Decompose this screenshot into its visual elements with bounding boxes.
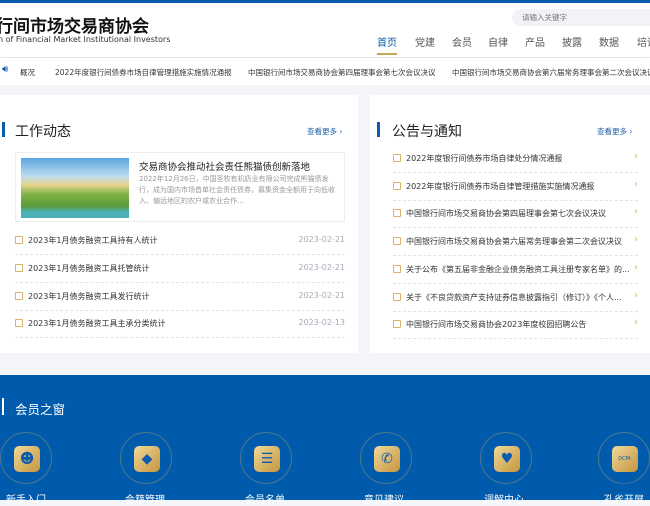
item-date: 2023-02-21 — [298, 263, 346, 272]
ticker-label: 概况 — [20, 68, 35, 77]
item-date: 2023-02-21 — [298, 235, 346, 244]
list-item[interactable]: 2023年1月债务融资工具持有人统计 2023-02-21 — [15, 227, 345, 255]
heart-handshake-icon: ♥ — [494, 446, 520, 472]
item-date: 2023-02-21 — [298, 291, 346, 300]
feature-card[interactable]: 交易商协会推动社会责任熊猫债创新落地 2022年12月26日，中国圣牧有机奶业有… — [15, 152, 345, 222]
book-icon — [15, 264, 23, 272]
news-ticker: 🔊︎ 概况 2022年度银行间债券市场自律管理措施实施情况通报 中国银行间市场交… — [0, 58, 650, 85]
nav-home[interactable]: 首页 — [377, 34, 397, 49]
notice-item[interactable]: 中国银行间市场交易商协会2023年度校园招聘公告 › — [393, 311, 638, 339]
chevron-right-icon: › — [634, 290, 638, 301]
book-icon — [393, 209, 401, 217]
membership-button[interactable]: ◆ — [120, 432, 172, 484]
person-chat-icon: ☻ — [14, 446, 40, 472]
item-title: 关于《不良贷款资产支持证券信息披露指引（修订）》《个人... — [406, 293, 622, 302]
notice-item[interactable]: 2022年度银行间债券市场自律处分情况通报 › — [393, 145, 638, 173]
book-icon — [15, 292, 23, 300]
section-title: 工作动态 — [15, 124, 71, 140]
member-label[interactable]: 调解中心 — [484, 491, 524, 506]
item-date: 2023-02-13 — [298, 318, 346, 327]
member-label[interactable]: 孔雀开屏 — [604, 491, 644, 506]
nav-active-indicator — [377, 53, 397, 55]
newbie-entry-button[interactable]: ☻ — [0, 432, 52, 484]
feature-title[interactable]: 交易商协会推动社会责任熊猫债创新落地 — [139, 159, 310, 173]
notice-item[interactable]: 关于公布《第五届非金融企业债务融资工具注册专家名单》的... › — [393, 256, 638, 284]
notice-item[interactable]: 2022年度银行间债券市场自律管理措施实施情况通报 › — [393, 173, 638, 201]
ticker-item[interactable]: 中国银行间市场交易商协会第六届常务理事会第二次会议决议 — [452, 67, 650, 78]
view-more-link[interactable]: 查看更多 › — [307, 126, 342, 137]
item-title: 2023年1月债务融资工具主承分类统计 — [28, 319, 166, 328]
nav-members[interactable]: 会员 — [452, 34, 472, 49]
book-icon — [393, 154, 401, 162]
book-icon — [393, 293, 401, 301]
nav-selfregulation[interactable]: 自律 — [488, 34, 508, 49]
nav-disclosure[interactable]: 披露 — [562, 34, 582, 49]
member-label[interactable]: 新手入门 — [6, 491, 46, 506]
peacock-button[interactable]: DCM-FANS — [598, 432, 650, 488]
phone-message-icon: ✆ — [374, 446, 400, 472]
feature-image — [21, 158, 129, 218]
item-title: 2023年1月债务融资工具托管统计 — [28, 264, 150, 273]
chevron-right-icon: › — [634, 206, 638, 217]
nav-products[interactable]: 产品 — [525, 34, 545, 49]
item-title: 关于公布《第五届非金融企业债务融资工具注册专家名单》的... — [406, 265, 630, 274]
section-title: 公告与通知 — [392, 124, 462, 140]
chevron-right-icon: › — [634, 262, 638, 273]
notice-item[interactable]: 中国银行间市场交易商协会第六届常务理事会第二次会议决议 › — [393, 228, 638, 256]
nav-party[interactable]: 党建 — [415, 34, 435, 49]
view-more-link[interactable]: 查看更多 › — [597, 126, 632, 137]
member-label[interactable]: 意见建议 — [364, 491, 404, 506]
item-title: 2022年度银行间债券市场自律处分情况通报 — [406, 154, 563, 163]
section-bar — [2, 122, 5, 137]
section-bar — [377, 122, 380, 137]
book-icon — [393, 237, 401, 245]
notice-item[interactable]: 中国银行间市场交易商协会第四届理事会第七次会议决议 › — [393, 200, 638, 228]
item-title: 中国银行间市场交易商协会2023年度校园招聘公告 — [406, 320, 587, 329]
book-icon — [393, 265, 401, 273]
item-title: 中国银行间市场交易商协会第四届理事会第七次会议决议 — [406, 209, 606, 218]
chevron-right-icon: › — [634, 234, 638, 245]
item-title: 2022年度银行间债券市场自律管理措施实施情况通报 — [406, 182, 595, 191]
list-item[interactable]: 2023年1月债务融资工具托管统计 2023-02-21 — [15, 255, 345, 283]
book-icon — [393, 320, 401, 328]
logo-subtitle: n of Financial Market Institutional Inve… — [0, 35, 171, 44]
book-icon — [15, 319, 23, 327]
section-bar — [2, 398, 4, 415]
chevron-right-icon: › — [634, 317, 638, 328]
section-title: 会员之窗 — [15, 402, 66, 417]
item-title: 中国银行间市场交易商协会第六届常务理事会第二次会议决议 — [406, 237, 622, 246]
id-card-icon: ☰ — [254, 446, 280, 472]
member-list-button[interactable]: ☰ — [240, 432, 292, 484]
item-title: 2023年1月债务融资工具持有人统计 — [28, 236, 158, 245]
diamond-icon: ◆ — [134, 446, 160, 472]
member-label[interactable]: 会员名单 — [245, 491, 285, 506]
search-input[interactable] — [512, 9, 650, 26]
list-item[interactable]: 2023年1月债务融资工具发行统计 2023-02-21 — [15, 283, 345, 311]
feature-desc: 2022年12月26日，中国圣牧有机奶业有限公司完成熊猫债发行，成为国内市场首单… — [139, 175, 335, 205]
item-title: 2023年1月债务融资工具发行统计 — [28, 292, 150, 301]
member-label[interactable]: 会籍管理 — [125, 491, 165, 506]
notice-item[interactable]: 关于《不良贷款资产支持证券信息披露指引（修订）》《个人... › — [393, 284, 638, 312]
book-icon — [15, 236, 23, 244]
logo[interactable]: 行间市场交易商协会 — [0, 12, 149, 37]
nav-training[interactable]: 培训 — [637, 34, 650, 49]
mediation-button[interactable]: ♥ — [480, 432, 532, 484]
ticker-item[interactable]: 2022年度银行间债券市场自律管理措施实施情况通报 — [55, 67, 232, 78]
speaker-icon: 🔊︎ — [2, 64, 9, 75]
book-icon — [393, 182, 401, 190]
feedback-button[interactable]: ✆ — [360, 432, 412, 484]
list-item[interactable]: 2023年1月债务融资工具主承分类统计 2023-02-13 — [15, 310, 345, 338]
chevron-right-icon: › — [634, 151, 638, 162]
nav-data[interactable]: 数据 — [599, 34, 619, 49]
peacock-logo-icon: DCM-FANS — [612, 446, 638, 488]
chevron-right-icon: › — [634, 179, 638, 190]
member-window-section — [0, 375, 650, 500]
ticker-item[interactable]: 中国银行间市场交易商协会第四届理事会第七次会议决议 — [248, 67, 436, 78]
